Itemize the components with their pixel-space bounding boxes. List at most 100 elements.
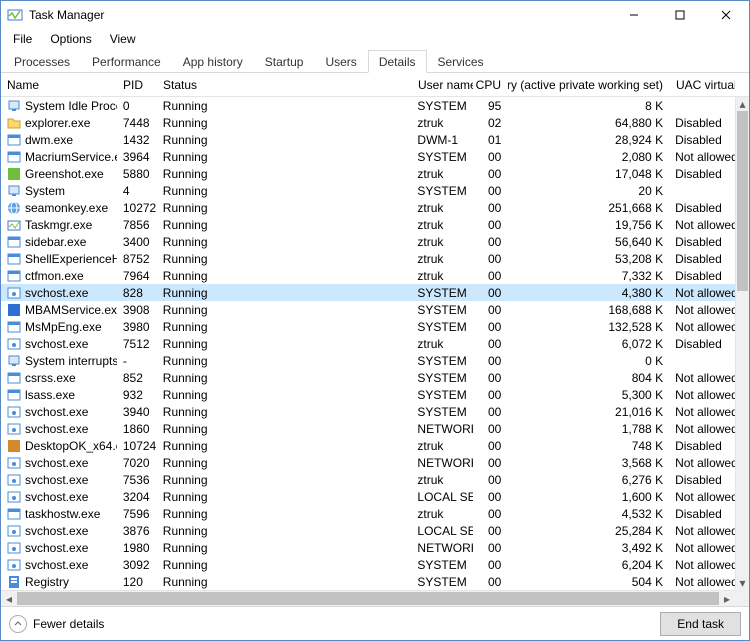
horizontal-scroll-thumb[interactable] <box>17 592 719 605</box>
tab-users[interactable]: Users <box>314 50 367 73</box>
table-row[interactable]: svchost.exe3940RunningSYSTEM0021,016 KNo… <box>1 403 735 420</box>
cell-status: Running <box>157 337 412 351</box>
fewer-details-button[interactable]: Fewer details <box>9 615 104 633</box>
table-row[interactable]: Registry120RunningSYSTEM00504 KNot allow… <box>1 573 735 590</box>
scroll-up-icon[interactable]: ▴ <box>736 97 749 111</box>
process-icon <box>7 337 21 351</box>
process-icon <box>7 303 21 317</box>
cell-user: ztruk <box>411 116 473 130</box>
table-row[interactable]: Taskmgr.exe7856Runningztruk0019,756 KNot… <box>1 216 735 233</box>
table-row[interactable]: csrss.exe852RunningSYSTEM00804 KNot allo… <box>1 369 735 386</box>
cell-status: Running <box>157 422 412 436</box>
cell-status: Running <box>157 150 412 164</box>
cell-name: svchost.exe <box>1 490 117 504</box>
titlebar[interactable]: Task Manager <box>1 1 749 29</box>
table-row[interactable]: svchost.exe1860RunningNETWORK...001,788 … <box>1 420 735 437</box>
cell-memory: 0 K <box>507 354 669 368</box>
table-row[interactable]: lsass.exe932RunningSYSTEM005,300 KNot al… <box>1 386 735 403</box>
table-row[interactable]: svchost.exe1980RunningNETWORK...003,492 … <box>1 539 735 556</box>
cell-pid: 1432 <box>117 133 157 147</box>
maximize-button[interactable] <box>657 1 703 29</box>
table-row[interactable]: svchost.exe3204RunningLOCAL SE...001,600… <box>1 488 735 505</box>
cell-pid: 7964 <box>117 269 157 283</box>
cell-status: Running <box>157 303 412 317</box>
header-status[interactable]: Status <box>157 73 412 96</box>
cell-user: ztruk <box>411 167 473 181</box>
tab-details[interactable]: Details <box>368 50 427 73</box>
table-row[interactable]: taskhostw.exe7596Runningztruk004,532 KDi… <box>1 505 735 522</box>
cell-uac: Not allowed <box>669 405 735 419</box>
scroll-down-icon[interactable]: ▾ <box>736 576 749 590</box>
table-row[interactable]: System Idle Process0RunningSYSTEM958 K <box>1 97 735 114</box>
table-row[interactable]: svchost.exe7020RunningNETWORK...003,568 … <box>1 454 735 471</box>
table-row[interactable]: dwm.exe1432RunningDWM-10128,924 KDisable… <box>1 131 735 148</box>
table-row[interactable]: svchost.exe7536Runningztruk006,276 KDisa… <box>1 471 735 488</box>
table-row[interactable]: explorer.exe7448Runningztruk0264,880 KDi… <box>1 114 735 131</box>
table-row[interactable]: ctfmon.exe7964Runningztruk007,332 KDisab… <box>1 267 735 284</box>
statusbar: Fewer details End task <box>1 606 749 640</box>
header-memory[interactable]: Memory (active private working set) <box>508 73 670 96</box>
table-row[interactable]: MsMpEng.exe3980RunningSYSTEM00132,528 KN… <box>1 318 735 335</box>
cell-memory: 748 K <box>507 439 669 453</box>
cell-cpu: 00 <box>473 167 507 181</box>
tab-app-history[interactable]: App history <box>172 50 254 73</box>
end-task-button[interactable]: End task <box>660 612 741 636</box>
scroll-left-icon[interactable]: ◂ <box>1 591 17 606</box>
cell-pid: 7536 <box>117 473 157 487</box>
table-row[interactable]: svchost.exe828RunningSYSTEM004,380 KNot … <box>1 284 735 301</box>
cell-pid: 3940 <box>117 405 157 419</box>
table-row[interactable]: System4RunningSYSTEM0020 K <box>1 182 735 199</box>
table-row[interactable]: svchost.exe3876RunningLOCAL SE...0025,28… <box>1 522 735 539</box>
menu-options[interactable]: Options <box>42 30 99 48</box>
cell-status: Running <box>157 235 412 249</box>
table-row[interactable]: DesktopOK_x64.exe10724Runningztruk00748 … <box>1 437 735 454</box>
table-row[interactable]: Greenshot.exe5880Runningztruk0017,048 KD… <box>1 165 735 182</box>
cell-pid: 10724 <box>117 439 157 453</box>
header-cpu[interactable]: CPU <box>474 73 508 96</box>
cell-memory: 804 K <box>507 371 669 385</box>
tab-startup[interactable]: Startup <box>254 50 315 73</box>
header-pid[interactable]: PID <box>117 73 157 96</box>
header-user[interactable]: User name <box>412 73 474 96</box>
table-row[interactable]: MBAMService.exe3908RunningSYSTEM00168,68… <box>1 301 735 318</box>
cell-memory: 6,204 K <box>507 558 669 572</box>
cell-status: Running <box>157 558 412 572</box>
cell-status: Running <box>157 354 412 368</box>
table-row[interactable]: System interrupts-RunningSYSTEM000 K <box>1 352 735 369</box>
cell-uac: Not allowed <box>669 320 735 334</box>
header-uac[interactable]: UAC virtualiza▴ <box>670 73 736 96</box>
tab-services[interactable]: Services <box>427 50 495 73</box>
menu-file[interactable]: File <box>5 30 40 48</box>
table-row[interactable]: svchost.exe7512Runningztruk006,072 KDisa… <box>1 335 735 352</box>
cell-status: Running <box>157 184 412 198</box>
process-icon <box>7 286 21 300</box>
cell-user: SYSTEM <box>411 303 473 317</box>
cell-user: ztruk <box>411 439 473 453</box>
tab-processes[interactable]: Processes <box>3 50 81 73</box>
cell-pid: 0 <box>117 99 157 113</box>
table-row[interactable]: ShellExperienceHost.exe8752Runningztruk0… <box>1 250 735 267</box>
minimize-button[interactable] <box>611 1 657 29</box>
horizontal-scrollbar[interactable]: ◂ ▸ <box>1 590 735 606</box>
table-row[interactable]: svchost.exe3092RunningSYSTEM006,204 KNot… <box>1 556 735 573</box>
cell-status: Running <box>157 116 412 130</box>
tab-performance[interactable]: Performance <box>81 50 172 73</box>
menu-view[interactable]: View <box>102 30 144 48</box>
cell-user: SYSTEM <box>411 354 473 368</box>
cell-uac: Disabled <box>669 439 735 453</box>
details-table: Name PID Status User name CPU Memory (ac… <box>1 73 749 606</box>
vertical-scroll-thumb[interactable] <box>737 111 748 291</box>
rows-container[interactable]: System Idle Process0RunningSYSTEM958 Kex… <box>1 97 735 590</box>
cell-pid: 7856 <box>117 218 157 232</box>
table-row[interactable]: MacriumService.exe3964RunningSYSTEM002,0… <box>1 148 735 165</box>
vertical-scrollbar[interactable]: ▴ ▾ <box>735 97 749 590</box>
close-button[interactable] <box>703 1 749 29</box>
cell-user: SYSTEM <box>411 575 473 589</box>
table-row[interactable]: sidebar.exe3400Runningztruk0056,640 KDis… <box>1 233 735 250</box>
table-row[interactable]: seamonkey.exe10272Runningztruk00251,668 … <box>1 199 735 216</box>
scroll-right-icon[interactable]: ▸ <box>719 591 735 606</box>
process-name: svchost.exe <box>25 337 88 351</box>
header-name[interactable]: Name <box>1 73 117 96</box>
cell-status: Running <box>157 439 412 453</box>
cell-name: DesktopOK_x64.exe <box>1 439 117 453</box>
